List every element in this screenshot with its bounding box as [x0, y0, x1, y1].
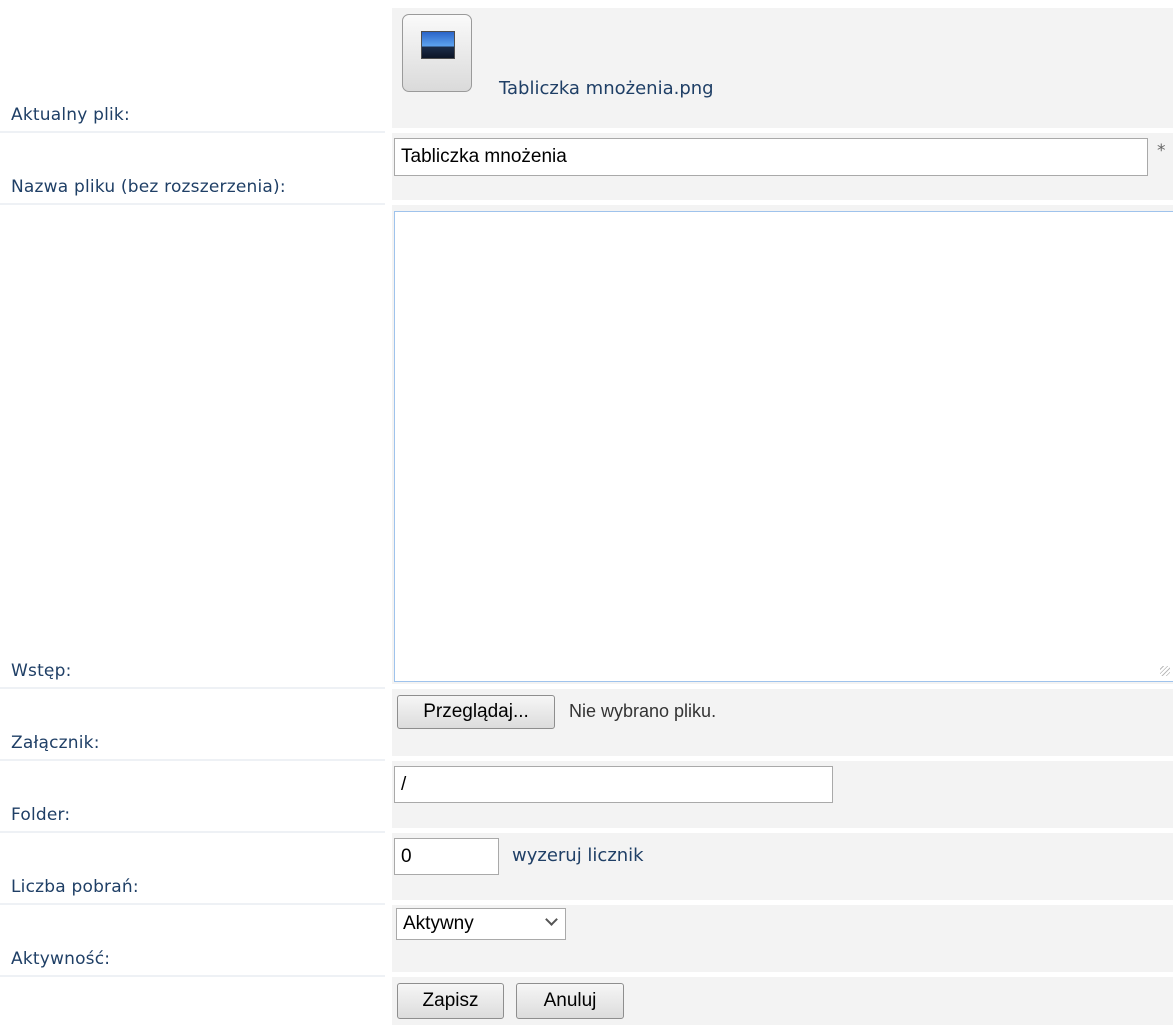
folder-field: [392, 761, 1173, 828]
intro-label: Wstęp:: [0, 661, 385, 689]
row-attachment: Załącznik: Przeglądaj... Nie wybrano pli…: [0, 689, 1173, 761]
row-folder: Folder:: [0, 761, 1173, 833]
current-file-label: Aktualny plik:: [0, 105, 385, 133]
activity-select[interactable]: Aktywny: [396, 908, 566, 940]
reset-counter-link[interactable]: wyzeruj licznik: [512, 845, 644, 866]
filename-input[interactable]: [394, 138, 1148, 176]
folder-input[interactable]: [394, 766, 833, 803]
attachment-field: Przeglądaj... Nie wybrano pliku.: [392, 689, 1173, 756]
current-file-name[interactable]: Tabliczka mnożenia.png: [499, 78, 714, 99]
row-filename: Nazwa pliku (bez rozszerzenia): *: [0, 133, 1173, 205]
row-downloads: Liczba pobrań: wyzeruj licznik: [0, 833, 1173, 905]
intro-textarea[interactable]: [394, 211, 1173, 682]
downloads-label: Liczba pobrań:: [0, 877, 385, 905]
downloads-input[interactable]: [394, 838, 499, 875]
actions-field: Zapisz Anuluj: [392, 977, 1173, 1025]
intro-field: [392, 205, 1173, 684]
row-current-file: Aktualny plik: Tabliczka mnożenia.png: [0, 0, 1173, 133]
activity-label: Aktywność:: [0, 949, 385, 977]
chevron-down-icon: [545, 913, 558, 926]
browse-button[interactable]: Przeglądaj...: [397, 695, 555, 729]
attachment-label: Załącznik:: [0, 733, 385, 761]
cancel-button[interactable]: Anuluj: [516, 983, 624, 1019]
row-activity: Aktywność: Aktywny: [0, 905, 1173, 977]
activity-selected-value: Aktywny: [403, 913, 474, 934]
activity-field: Aktywny: [392, 905, 1173, 972]
filename-field: *: [392, 133, 1173, 200]
no-file-text: Nie wybrano pliku.: [569, 701, 717, 721]
downloads-field: wyzeruj licznik: [392, 833, 1173, 900]
row-intro: Wstęp:: [0, 205, 1173, 689]
filename-label: Nazwa pliku (bez rozszerzenia):: [0, 177, 385, 205]
row-actions: Zapisz Anuluj: [0, 977, 1173, 1026]
image-file-icon[interactable]: [402, 14, 472, 92]
current-file-field: Tabliczka mnożenia.png: [392, 8, 1173, 128]
folder-label: Folder:: [0, 805, 385, 833]
resize-grip-icon[interactable]: [1160, 666, 1170, 676]
required-marker: *: [1157, 141, 1166, 161]
save-button[interactable]: Zapisz: [397, 983, 504, 1019]
